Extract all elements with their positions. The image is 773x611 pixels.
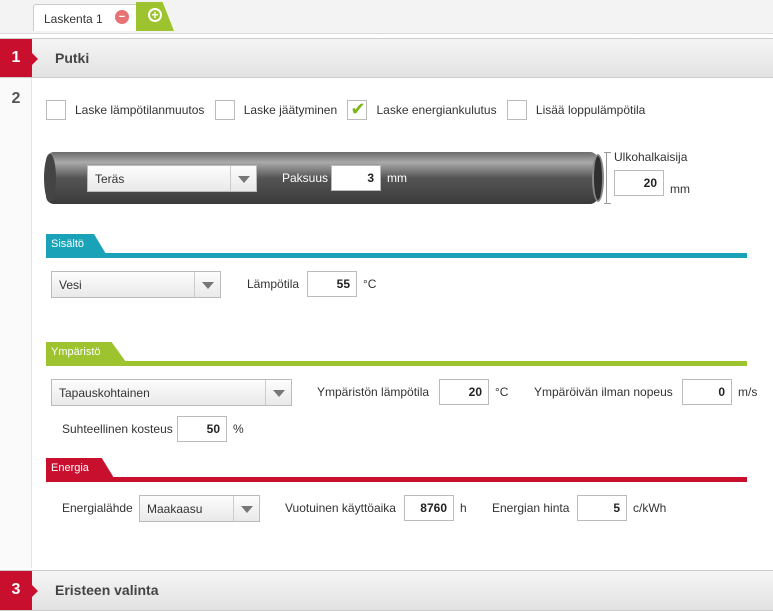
chevron-down-icon[interactable]	[194, 272, 220, 297]
step-2-number: 2	[11, 90, 21, 107]
final-temp-checkbox[interactable]	[506, 100, 527, 120]
close-tab-icon[interactable]: −	[115, 10, 129, 24]
air-speed-input[interactable]: 0	[682, 379, 732, 405]
option-freezing[interactable]: Laske jäätyminen	[214, 100, 338, 120]
option-temp-change[interactable]: Laske lämpötilanmuutos	[46, 100, 204, 120]
content-temp-input[interactable]: 55	[307, 271, 357, 297]
thickness-input[interactable]: 3	[331, 165, 381, 191]
medium-value: Vesi	[59, 278, 82, 292]
tab-label: Laskenta 1	[44, 12, 103, 26]
energy-section-line	[46, 477, 747, 482]
env-temp-label: Ympäristön lämpötila	[317, 385, 430, 399]
step-3-title: Eristeen valinta	[55, 582, 159, 598]
humidity-input[interactable]: 50	[177, 416, 227, 442]
calculation-options: Laske lämpötilanmuutos Laske jäätyminen …	[46, 99, 652, 123]
thickness-label: Paksuus	[282, 171, 329, 185]
option-energy[interactable]: Laske energiankulutus	[347, 99, 497, 120]
tab-laskenta-1[interactable]: Laskenta 1 −	[33, 4, 143, 31]
content-section-title: Sisältö	[46, 234, 106, 254]
add-tab-button[interactable]: +	[136, 2, 174, 31]
step-1-number: 1	[0, 39, 38, 77]
outer-diameter-unit: mm	[670, 182, 690, 196]
option-final-temp[interactable]: Lisää loppulämpötila	[506, 100, 646, 120]
outer-diameter-label: Ulkohalkaisija	[614, 150, 688, 164]
energy-section-title: Energia	[46, 458, 114, 478]
pipe-material-value: Teräs	[95, 172, 125, 186]
environment-mode-select[interactable]: Tapauskohtainen	[51, 379, 292, 406]
final-temp-label: Lisää loppulämpötila	[535, 103, 646, 117]
pipe-start-cap	[44, 154, 56, 202]
pipe-graphic: Teräs Paksuus 3 mm	[44, 152, 604, 204]
environment-section-header: Ympäristö	[46, 342, 747, 366]
step-3-number: 3	[0, 571, 38, 610]
air-speed-unit: m/s	[738, 385, 758, 399]
thickness-unit: mm	[387, 171, 407, 185]
freezing-checkbox[interactable]	[214, 100, 235, 120]
env-temp-unit: °C	[495, 385, 509, 399]
energy-section-header: Energia	[46, 458, 747, 482]
humidity-label: Suhteellinen kosteus	[62, 422, 173, 436]
chevron-down-icon[interactable]	[230, 166, 256, 191]
air-speed-label: Ympäröivän ilman nopeus	[534, 385, 673, 399]
env-temp-input[interactable]: 20	[439, 379, 489, 405]
diameter-bracket-line	[606, 152, 607, 204]
energy-checkbox[interactable]	[347, 99, 368, 120]
step-3-header[interactable]: 3 Eristeen valinta	[0, 570, 773, 611]
plus-icon: +	[148, 8, 162, 22]
content-section-header: Sisältö	[46, 234, 747, 258]
step-1-title: Putki	[55, 50, 90, 66]
energy-source-select[interactable]: Maakaasu	[139, 495, 260, 522]
chevron-down-icon[interactable]	[233, 496, 259, 521]
environment-section-title: Ympäristö	[46, 342, 126, 362]
chevron-down-icon[interactable]	[265, 380, 291, 405]
pipe-material-select[interactable]: Teräs	[87, 165, 257, 192]
step-2-gutter: 2	[0, 78, 32, 568]
temp-change-checkbox[interactable]	[46, 100, 66, 120]
tab-bar: Laskenta 1 − +	[0, 0, 773, 34]
temp-change-label: Laske lämpötilanmuutos	[75, 103, 205, 117]
energy-source-value: Maakaasu	[147, 502, 203, 516]
hours-input[interactable]: 8760	[404, 495, 454, 521]
hours-unit: h	[460, 501, 467, 515]
content-temp-label: Lämpötila	[247, 277, 300, 291]
environment-mode-value: Tapauskohtainen	[59, 386, 150, 400]
pipe-end-cap	[592, 154, 604, 202]
hours-label: Vuotuinen käyttöaika	[285, 501, 396, 515]
humidity-unit: %	[233, 422, 244, 436]
price-unit: c/kWh	[633, 501, 667, 515]
outer-diameter-input[interactable]: 20	[614, 170, 664, 196]
environment-section-line	[46, 361, 747, 366]
energy-source-label: Energialähde	[62, 501, 133, 515]
freezing-label: Laske jäätyminen	[243, 103, 338, 117]
step-1-header[interactable]: 1 Putki	[0, 38, 773, 78]
price-label: Energian hinta	[492, 501, 570, 515]
content-section-line	[46, 253, 747, 258]
medium-select[interactable]: Vesi	[51, 271, 221, 298]
price-input[interactable]: 5	[577, 495, 627, 521]
energy-label: Laske energiankulutus	[376, 103, 497, 117]
content-temp-unit: °C	[363, 277, 377, 291]
